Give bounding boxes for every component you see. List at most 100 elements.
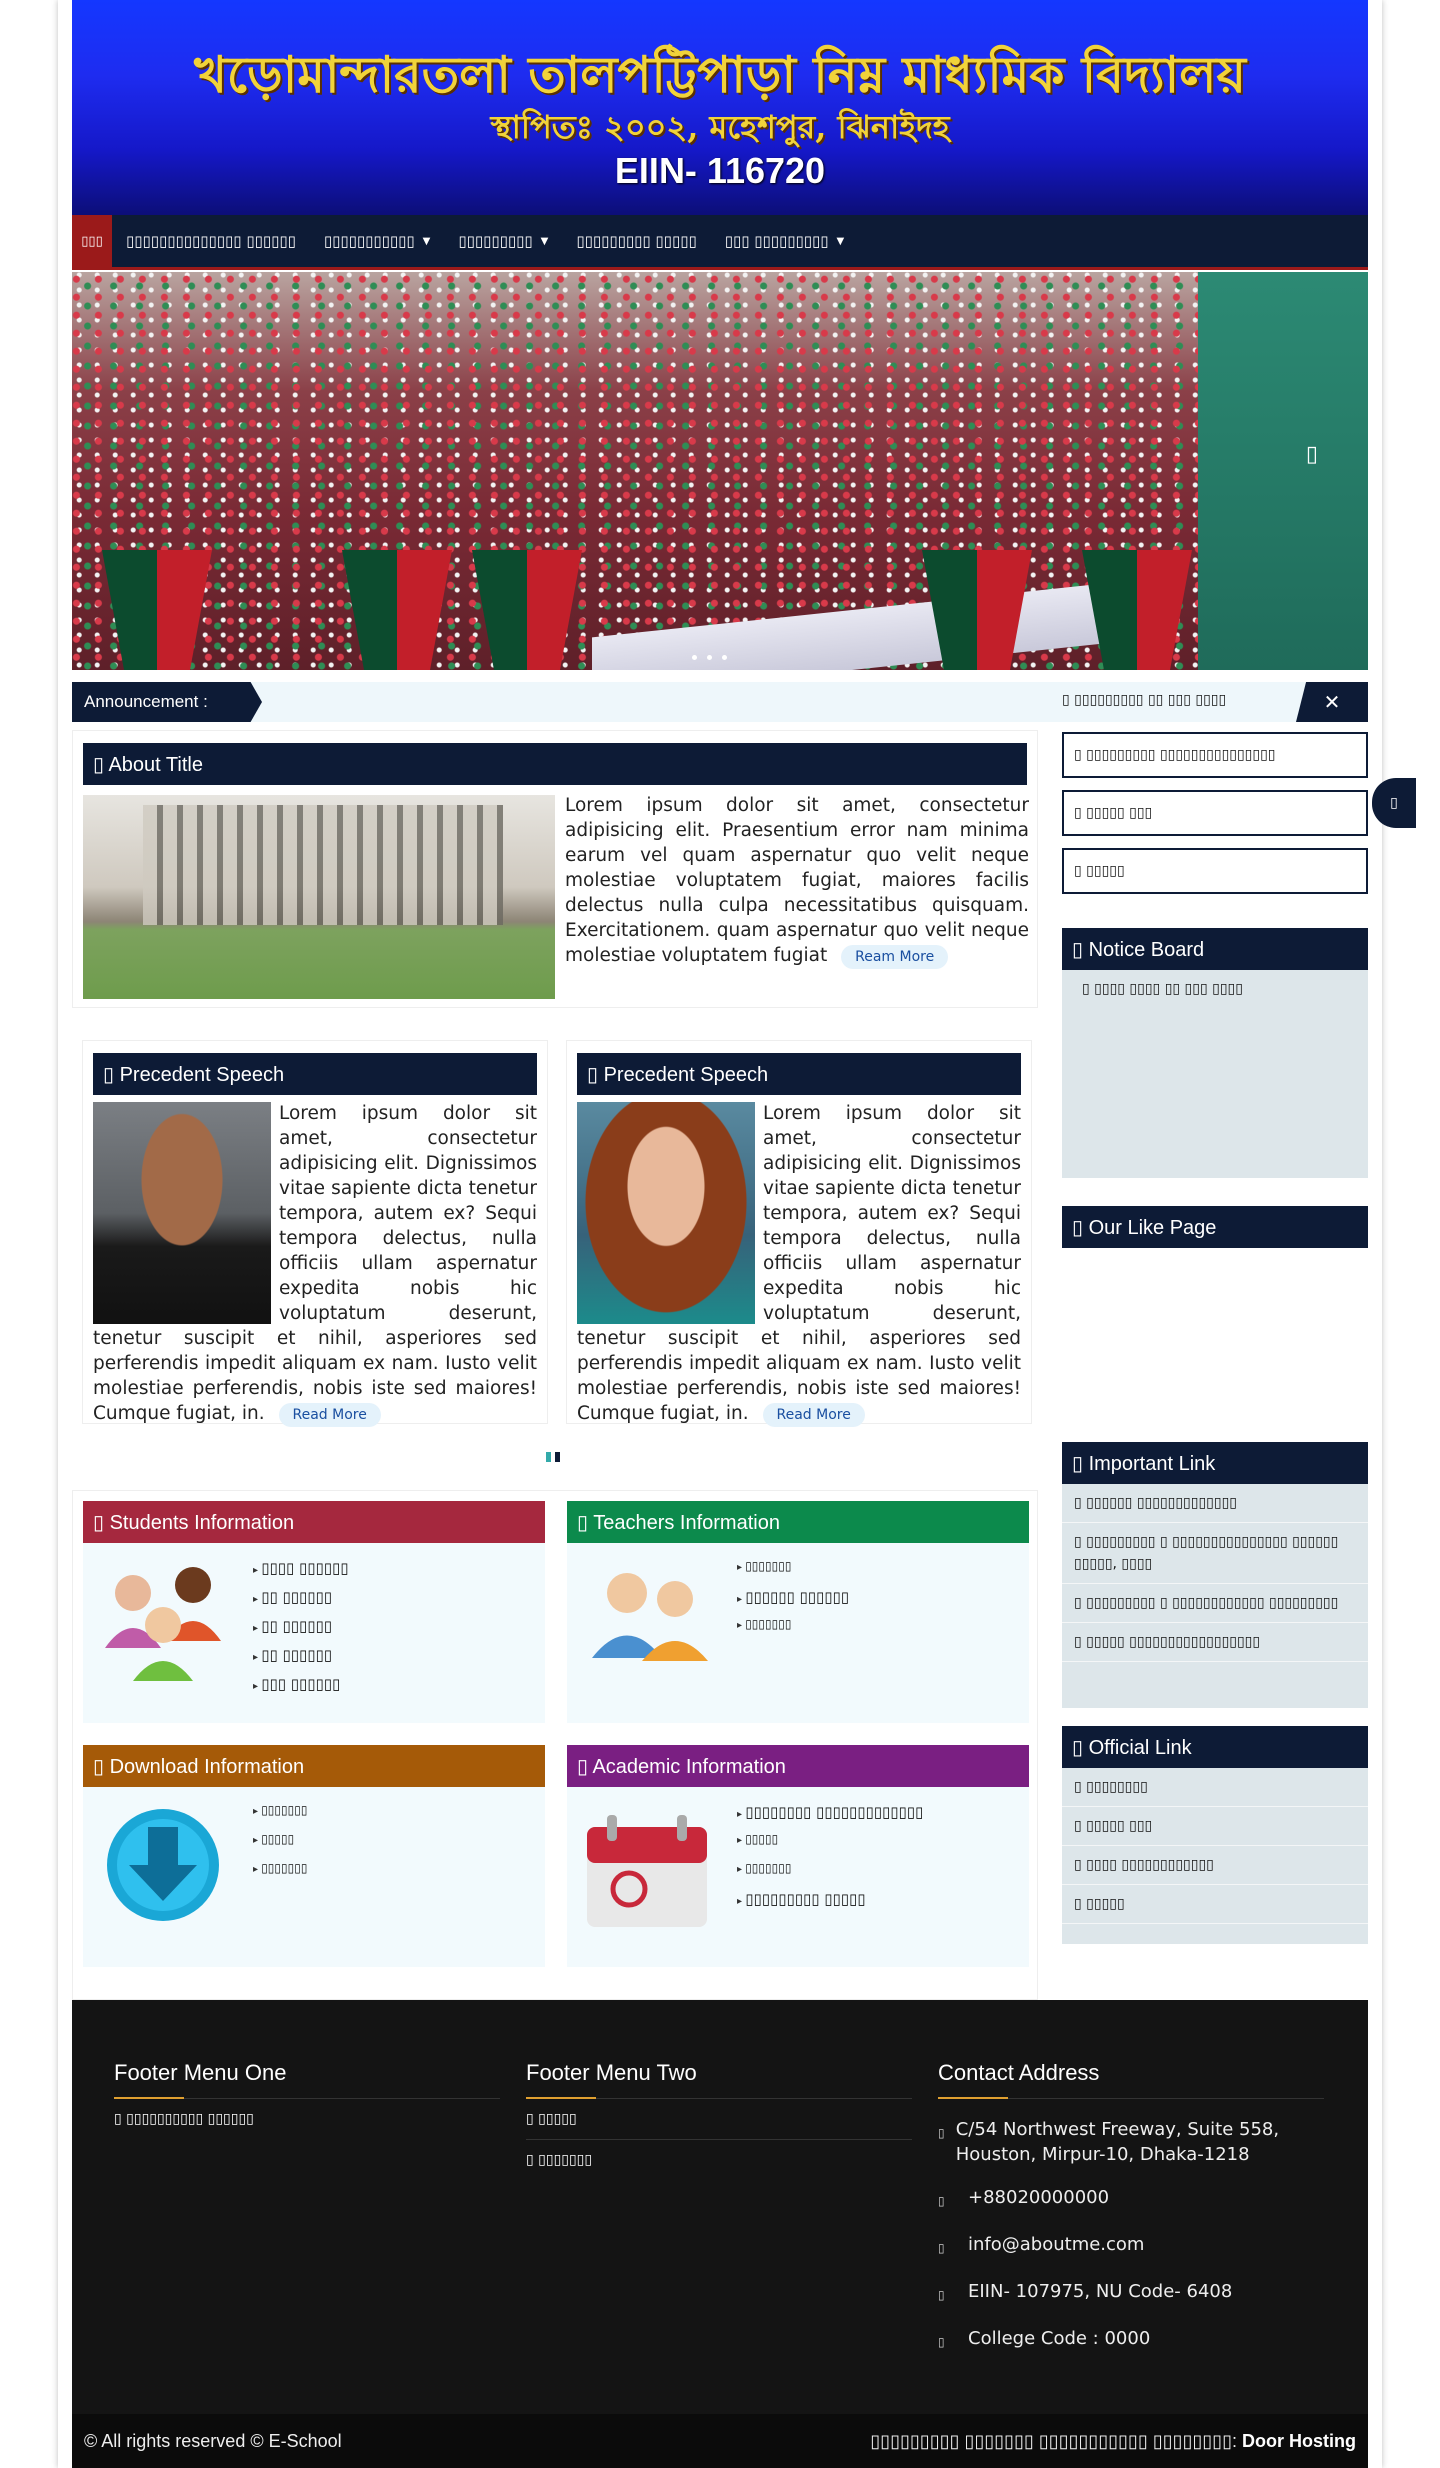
flag-banner: [472, 550, 582, 670]
download-icon: [107, 1809, 219, 1921]
list-item[interactable]: ▯▯▯▯▯▯▯▯▯ ▯▯▯▯▯: [737, 1890, 923, 1919]
caret-down-icon: ▼: [422, 235, 431, 247]
read-more-button[interactable]: Read More: [278, 1403, 381, 1427]
footer-menu-two-title: Footer Menu Two: [526, 2060, 912, 2099]
like-page: ▯ Our Like Page: [1062, 1206, 1368, 1248]
speech-title: ▯ Precedent Speech: [577, 1053, 1021, 1095]
nav-item-4[interactable]: ▯▯▯▯▯▯▯▯▯ ▯▯▯▯▯: [562, 215, 710, 267]
calendar-icon: [587, 1815, 707, 1927]
speech-title: ▯ Precedent Speech: [93, 1053, 537, 1095]
footer-contact: Contact Address ▯ C/54 Northwest Freeway,…: [938, 2060, 1324, 2355]
notice-item[interactable]: ▯ ▯▯▯▯ ▯▯▯▯ ▯▯ ▯▯▯ ▯▯▯▯: [1062, 970, 1368, 1008]
list-item[interactable]: ▯▯▯▯ ▯▯▯▯▯▯: [253, 1559, 348, 1588]
nav-item-label: ▯▯▯ ▯▯▯▯▯▯▯▯▯: [724, 232, 829, 250]
copyright-text: © All rights reserved © E-School: [84, 2430, 342, 2451]
list-item[interactable]: ▯▯ ▯▯▯▯▯▯: [253, 1617, 349, 1646]
speech-carousel: ▯ Precedent Speech Lorem ipsum dolor sit…: [72, 1040, 1038, 1430]
students-info-card: ▯ Students Information ▯▯▯▯ ▯▯▯▯▯▯ ▯▯ ▯▯…: [83, 1501, 545, 1723]
contact-address-text: C/54 Northwest Freeway, Suite 558, Houst…: [955, 2119, 1280, 2165]
about-title: ▯ About Title: [83, 743, 1027, 785]
nav-item-label: ▯▯▯▯▯▯▯▯▯: [458, 232, 533, 250]
contact-email: ▯ info@aboutme.com: [938, 2232, 1324, 2261]
list-item[interactable]: ▯▯ ▯▯▯▯▯▯: [253, 1588, 349, 1617]
academic-info-title: ▯ Academic Information: [567, 1745, 1029, 1787]
page-wrapper: খড়োমান্দারতলা তালপট্টিপাড়া নিম্ন মাধ্য…: [58, 0, 1382, 2468]
contact-eiin: ▯ EIIN- 107975, NU Code- 6408: [938, 2279, 1324, 2308]
list-item[interactable]: ▯▯▯ ▯▯▯▯▯▯: [253, 1675, 349, 1704]
announcement-ticker[interactable]: ▯ ▯▯▯▯▯▯▯▯▯ ▯▯ ▯▯▯ ▯▯▯▯: [1062, 692, 1226, 708]
envelope-icon: ▯: [938, 2241, 945, 2255]
footer-menu-one-title: Footer Menu One: [114, 2060, 500, 2099]
download-info-list: ▯▯▯▯▯▯▯ ▯▯▯▯▯ ▯▯▯▯▯▯▯: [253, 1803, 307, 1890]
eiin-number: EIIN- 116720: [614, 150, 826, 191]
contact-email-text[interactable]: info@aboutme.com: [968, 2232, 1144, 2261]
nav-item-2[interactable]: ▯▯▯▯▯▯▯▯▯▯▯ ▼: [310, 215, 445, 267]
info-icon: ▯: [938, 2335, 945, 2349]
phone-icon: ▯: [938, 2194, 945, 2208]
footer-link[interactable]: ▯ ▯▯▯▯▯: [526, 2099, 912, 2140]
building-facade: [143, 805, 503, 925]
list-item[interactable]: ▯▯ ▯▯▯▯▯▯: [253, 1646, 349, 1675]
teachers-info-title: ▯ Teachers Information: [567, 1501, 1029, 1543]
official-link[interactable]: ▯ ▯▯▯▯ ▯▯▯▯▯▯▯▯▯▯▯▯: [1062, 1846, 1368, 1885]
close-icon[interactable]: ✕: [1296, 682, 1368, 722]
nav-item-1[interactable]: ▯▯▯▯▯▯▯▯▯▯▯▯▯▯ ▯▯▯▯▯▯: [112, 215, 310, 267]
slider-dot[interactable]: [692, 655, 697, 660]
nav-item-3[interactable]: ▯▯▯▯▯▯▯▯▯ ▼: [444, 215, 562, 267]
important-link[interactable]: ▯ ▯▯▯▯▯▯ ▯▯▯▯▯▯▯▯▯▯▯▯▯: [1062, 1484, 1368, 1523]
site-footer: Footer Menu One ▯ ▯▯▯▯▯▯▯▯▯▯ ▯▯▯▯▯▯ Foot…: [72, 2000, 1368, 2414]
carousel-dots: [546, 1452, 560, 1462]
list-item[interactable]: ▯▯▯▯▯▯▯: [737, 1617, 849, 1646]
list-item[interactable]: ▯▯▯▯▯▯▯: [253, 1803, 307, 1832]
list-item[interactable]: ▯▯▯▯▯▯▯: [737, 1861, 923, 1890]
footer-link[interactable]: ▯ ▯▯▯▯▯▯▯: [526, 2140, 912, 2180]
about-section: ▯ About Title Lorem ipsum dolor sit amet…: [72, 730, 1038, 1008]
important-link[interactable]: ▯ ▯▯▯▯▯ ▯▯▯▯▯▯▯▯▯▯▯▯▯▯▯▯▯: [1062, 1623, 1368, 1662]
stage-stand: [1198, 272, 1368, 670]
caret-down-icon: ▼: [836, 235, 845, 247]
carousel-dot[interactable]: [546, 1452, 551, 1462]
list-item[interactable]: ▯▯▯▯▯: [737, 1832, 923, 1861]
speech-card: ▯ Precedent Speech Lorem ipsum dolor sit…: [82, 1040, 548, 1427]
sidebar-button[interactable]: ▯ ▯▯▯▯▯ ▯▯▯: [1062, 790, 1368, 836]
list-item[interactable]: ▯▯▯▯▯▯▯: [253, 1861, 307, 1890]
official-links: ▯ Official Link ▯ ▯▯▯▯▯▯▯▯ ▯ ▯▯▯▯▯ ▯▯▯ ▯…: [1062, 1726, 1368, 1944]
developer-link[interactable]: Door Hosting: [1242, 2431, 1356, 2451]
nav-item-label: ▯▯▯▯▯▯▯▯▯▯▯▯▯▯ ▯▯▯▯▯▯: [126, 232, 296, 250]
info-icon: ▯: [938, 2288, 945, 2302]
download-info-card: ▯ Download Information ▯▯▯▯▯▯▯ ▯▯▯▯▯ ▯▯▯…: [83, 1745, 545, 1967]
slider-dot[interactable]: [707, 655, 712, 660]
teachers-icon: [592, 1573, 708, 1661]
map-marker-icon: ▯: [938, 2126, 945, 2140]
read-more-button[interactable]: Ream More: [841, 945, 949, 969]
slider-next-icon[interactable]: ▯: [1306, 442, 1318, 467]
sidebar-button[interactable]: ▯ ▯▯▯▯▯: [1062, 848, 1368, 894]
list-item[interactable]: ▯▯▯▯▯: [253, 1832, 307, 1861]
footer-link[interactable]: ▯ ▯▯▯▯▯▯▯▯▯▯ ▯▯▯▯▯▯: [114, 2099, 500, 2139]
sidebar-button[interactable]: ▯ ▯▯▯▯▯▯▯▯▯ ▯▯▯▯▯▯▯▯▯▯▯▯▯▯▯: [1062, 732, 1368, 778]
official-link[interactable]: ▯ ▯▯▯▯▯ ▯▯▯: [1062, 1807, 1368, 1846]
nav-home[interactable]: ▯▯▯: [72, 215, 112, 267]
footer-menu-one: Footer Menu One ▯ ▯▯▯▯▯▯▯▯▯▯ ▯▯▯▯▯▯: [114, 2060, 500, 2139]
official-link[interactable]: ▯ ▯▯▯▯▯: [1062, 1885, 1368, 1924]
hero-slider[interactable]: ▯: [72, 272, 1368, 670]
important-links: ▯ Important Link ▯ ▯▯▯▯▯▯ ▯▯▯▯▯▯▯▯▯▯▯▯▯ …: [1062, 1442, 1368, 1708]
list-item[interactable]: ▯▯▯▯▯▯ ▯▯▯▯▯▯: [737, 1588, 849, 1617]
carousel-dot[interactable]: [555, 1452, 560, 1462]
read-more-button[interactable]: Read More: [762, 1403, 865, 1427]
list-item[interactable]: ▯▯▯▯▯▯▯: [737, 1559, 849, 1588]
slider-dot[interactable]: [722, 655, 727, 660]
like-page-title: ▯ Our Like Page: [1062, 1206, 1368, 1248]
banner-cloth: [592, 582, 1112, 670]
list-item[interactable]: ▯▯▯▯▯▯▯▯ ▯▯▯▯▯▯▯▯▯▯▯▯▯: [737, 1803, 923, 1832]
important-link[interactable]: ▯ ▯▯▯▯▯▯▯▯▯ ▯ ▯▯▯▯▯▯▯▯▯▯▯▯▯▯▯ ▯▯▯▯▯▯ ▯▯▯…: [1062, 1523, 1368, 1584]
students-info-list: ▯▯▯▯ ▯▯▯▯▯▯ ▯▯ ▯▯▯▯▯▯ ▯▯ ▯▯▯▯▯▯ ▯▯ ▯▯▯▯▯…: [253, 1559, 349, 1704]
official-link[interactable]: ▯ ▯▯▯▯▯▯▯▯: [1062, 1768, 1368, 1807]
floating-action-button[interactable]: ▯: [1372, 778, 1416, 828]
site-header: খড়োমান্দারতলা তালপট্টিপাড়া নিম্ন মাধ্য…: [72, 0, 1368, 215]
contact-phone: ▯ +88020000000: [938, 2185, 1324, 2214]
contact-phone-text[interactable]: +88020000000: [968, 2185, 1109, 2214]
nav-item-5[interactable]: ▯▯▯ ▯▯▯▯▯▯▯▯▯ ▼: [711, 215, 859, 267]
important-link[interactable]: ▯ ▯▯▯▯▯▯▯▯▯ ▯ ▯▯▯▯▯▯▯▯▯▯▯▯ ▯▯▯▯▯▯▯▯▯: [1062, 1584, 1368, 1623]
download-info-title: ▯ Download Information: [83, 1745, 545, 1787]
